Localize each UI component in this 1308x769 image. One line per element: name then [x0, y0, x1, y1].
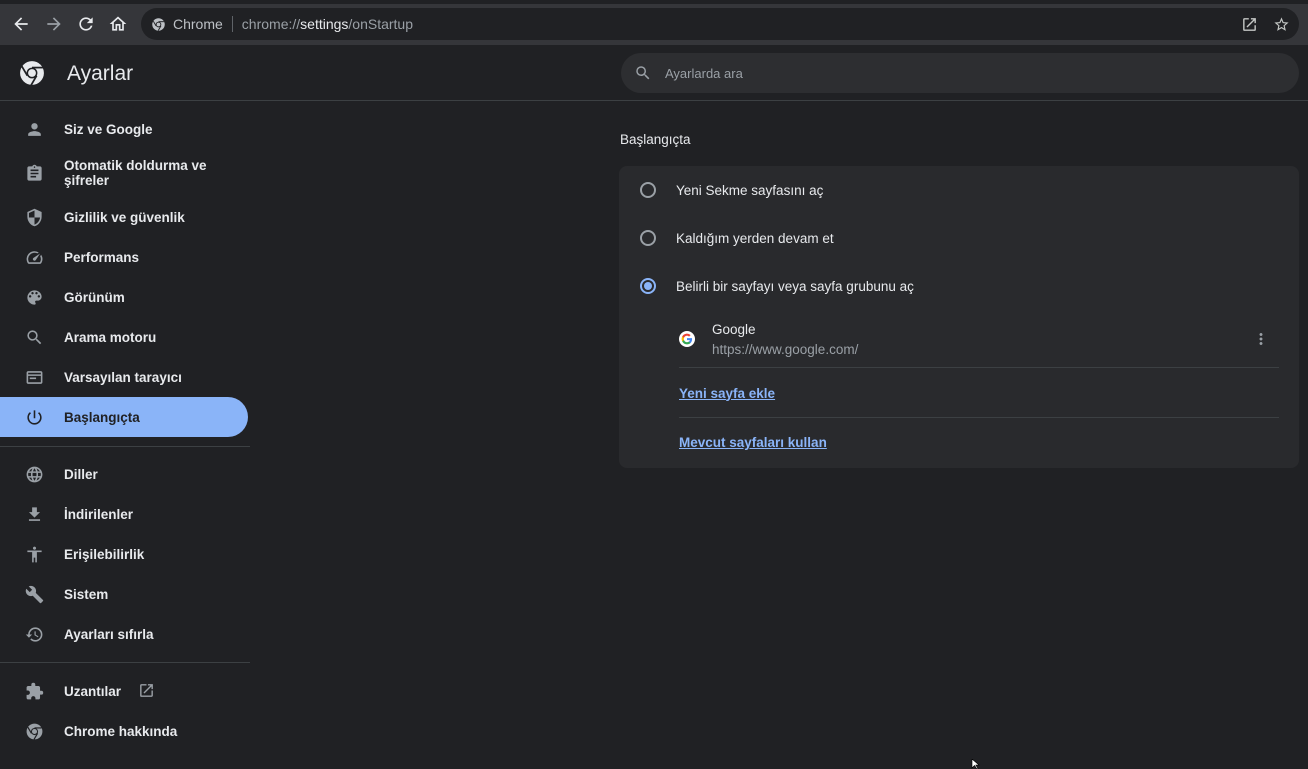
back-button[interactable] [9, 12, 33, 36]
download-icon [24, 504, 44, 524]
sidebar-item-about-chrome[interactable]: Chrome hakkında [0, 711, 248, 751]
arrow-back-icon [14, 17, 28, 31]
sidebar-item-extensions[interactable]: Uzantılar [0, 671, 248, 711]
page-title: Ayarlar [67, 62, 134, 85]
bookmark-button[interactable] [1271, 14, 1291, 34]
radio-option-continue[interactable]: Kaldığım yerden devam et [619, 214, 1299, 262]
palette-icon [24, 287, 44, 307]
sidebar-item-label: Performans [64, 249, 140, 265]
history-icon [24, 624, 44, 644]
sidebar-item-label: Chrome hakkında [64, 723, 178, 739]
site-chip[interactable]: Chrome [173, 16, 233, 32]
sidebar-item-default-browser[interactable]: Varsayılan tarayıcı [0, 357, 248, 397]
reload-icon [79, 17, 93, 31]
sidebar-item-on-startup[interactable]: Başlangıçta [0, 397, 248, 437]
sidebar-item-reset-settings[interactable]: Ayarları sıfırla [0, 614, 248, 654]
omnibox-actions [1239, 14, 1291, 34]
add-page-row: Yeni sayfa ekle [679, 369, 1279, 418]
search-icon [24, 327, 44, 347]
radio-button[interactable] [640, 182, 656, 198]
url-host: settings [300, 16, 349, 32]
accessibility-icon [24, 544, 44, 564]
sidebar-item-label: Siz ve Google [64, 121, 153, 137]
speedometer-icon [24, 247, 44, 267]
radio-option-specific-pages[interactable]: Belirli bir sayfayı veya sayfa grubunu a… [619, 262, 1299, 310]
google-favicon-icon [679, 331, 695, 347]
sidebar-item-privacy[interactable]: Gizlilik ve güvenlik [0, 197, 248, 237]
sidebar-item-system[interactable]: Sistem [0, 574, 248, 614]
person-icon [24, 119, 44, 139]
section-title: Başlangıçta [620, 132, 691, 147]
use-current-pages-link[interactable]: Mevcut sayfaları kullan [679, 435, 827, 450]
star-icon [1273, 16, 1289, 31]
radio-option-new-tab[interactable]: Yeni Sekme sayfasını aç [619, 166, 1299, 214]
startup-page-entry: Google https://www.google.com/ [679, 316, 1279, 368]
home-icon [109, 16, 127, 31]
sidebar-item-performance[interactable]: Performans [0, 237, 248, 277]
settings-header: Ayarlar [0, 45, 1308, 101]
sidebar-item-label: Sistem [64, 586, 109, 602]
mouse-cursor-icon [971, 759, 980, 769]
sidebar-item-label: Diller [64, 466, 98, 482]
radio-button-checked[interactable] [640, 278, 656, 294]
startup-page-name: Google [712, 322, 756, 337]
startup-options-card: Yeni Sekme sayfasını aç Kaldığım yerden … [619, 166, 1299, 468]
sidebar-item-downloads[interactable]: İndirilenler [0, 494, 248, 534]
sidebar-item-you-and-google[interactable]: Siz ve Google [0, 109, 248, 149]
url-scheme: chrome:// [241, 16, 301, 32]
sidebar-divider [0, 662, 250, 663]
sidebar-divider [0, 446, 250, 447]
address-bar[interactable]: Chrome chrome://settings/onStartup [141, 8, 1299, 40]
home-button[interactable] [106, 12, 130, 36]
sidebar-item-search-engine[interactable]: Arama motoru [0, 317, 248, 357]
settings-search[interactable] [621, 53, 1299, 93]
sidebar-item-label: Varsayılan tarayıcı [64, 369, 182, 385]
use-current-pages-row: Mevcut sayfaları kullan [679, 418, 1279, 467]
browser-toolbar: Chrome chrome://settings/onStartup [0, 0, 1308, 45]
sidebar-item-appearance[interactable]: Görünüm [0, 277, 248, 317]
share-button[interactable] [1239, 14, 1259, 34]
radio-button[interactable] [640, 230, 656, 246]
forward-button[interactable] [42, 12, 66, 36]
sidebar-item-label: Otomatik doldurma ve şifreler [64, 158, 207, 188]
sidebar-item-autofill[interactable]: Otomatik doldurma ve şifreler [0, 152, 248, 194]
chrome-icon [24, 721, 44, 741]
sidebar-item-label: İndirilenler [64, 506, 134, 522]
power-icon [24, 407, 44, 427]
puzzle-icon [24, 681, 44, 701]
startup-page-url: https://www.google.com/ [712, 342, 859, 357]
share-icon [1242, 17, 1256, 31]
globe-icon [24, 464, 44, 484]
sidebar-item-label: Erişilebilirlik [64, 546, 145, 562]
more-actions-button[interactable] [1251, 328, 1271, 350]
url-path: /onStartup [348, 16, 414, 32]
search-icon [633, 63, 653, 83]
clipboard-icon [24, 163, 44, 183]
sidebar-item-label: Ayarları sıfırla [64, 626, 154, 642]
sidebar-item-label: Başlangıçta [64, 409, 140, 425]
browser-window-icon [24, 367, 44, 387]
wrench-icon [24, 584, 44, 604]
arrow-forward-icon [47, 17, 61, 31]
open-in-new-icon [138, 682, 156, 700]
reload-button[interactable] [74, 12, 98, 36]
sidebar-item-label: Görünüm [64, 289, 125, 305]
add-new-page-link[interactable]: Yeni sayfa ekle [679, 386, 775, 401]
sidebar-item-label: Gizlilik ve güvenlik [64, 209, 185, 225]
more-vert-icon [1259, 333, 1263, 345]
radio-label: Kaldığım yerden devam et [676, 230, 834, 246]
radio-label: Yeni Sekme sayfasını aç [676, 182, 824, 198]
shield-icon [24, 207, 44, 227]
sidebar-item-accessibility[interactable]: Erişilebilirlik [0, 534, 248, 574]
search-input[interactable] [665, 65, 1265, 81]
radio-label: Belirli bir sayfayı veya sayfa grubunu a… [676, 278, 914, 294]
chrome-icon [150, 16, 166, 32]
chrome-logo-icon [20, 61, 44, 86]
url-text: chrome://settings/onStartup [242, 16, 413, 32]
sidebar-item-label: Arama motoru [64, 329, 157, 345]
sidebar-item-languages[interactable]: Diller [0, 454, 248, 494]
